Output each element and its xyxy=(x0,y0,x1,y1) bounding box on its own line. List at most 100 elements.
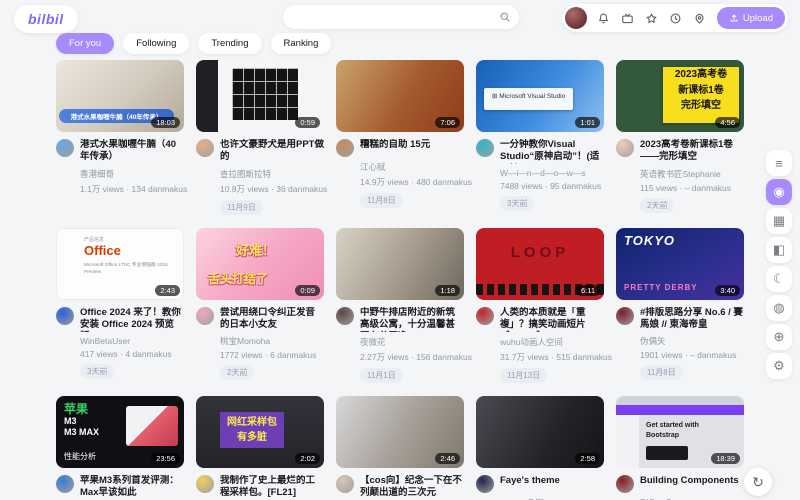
disc-icon[interactable]: ◍ xyxy=(766,295,792,321)
feed-tab-for-you[interactable]: For you xyxy=(56,33,114,54)
uploader-name[interactable]: 香港细哥 xyxy=(80,168,184,180)
video-card[interactable]: 2:46 【cos向】纪念一下在不列颠出道的三次元 上智月球圣诞树 8.2万 v… xyxy=(336,396,464,500)
camera-icon[interactable]: ◉ xyxy=(766,179,792,205)
video-title[interactable]: 2023高考卷新课标1卷——完形填空 xyxy=(640,139,744,164)
video-title[interactable]: 【cos向】纪念一下在不列颠出道的三次元 xyxy=(360,475,464,500)
video-card[interactable]: 7:06 糟糕的自助 15元 江心赋 14.9万 views · 480 dan… xyxy=(336,60,464,215)
uploader-name[interactable]: 桃宝Momoha xyxy=(220,335,324,347)
uploader-name[interactable]: WinBetaUser xyxy=(80,336,184,346)
tv-icon[interactable] xyxy=(621,11,635,25)
video-card[interactable]: 2023高考卷 新课标1卷 完形填空 4:56 2023高考卷新课标1卷——完形… xyxy=(616,60,744,215)
video-card[interactable]: 舌头打结了好难！ 0:09 尝试用绕口令纠正发音的日本小女友 桃宝Momoha … xyxy=(196,228,324,383)
video-thumbnail[interactable]: 2:58 xyxy=(476,396,604,468)
video-thumbnail[interactable]: 2023高考卷 新课标1卷 完形填空 4:56 xyxy=(616,60,744,132)
thumbnail-overlay xyxy=(616,396,744,405)
language-icon[interactable]: ⊕ xyxy=(766,324,792,350)
uploader-name[interactable]: 江心赋 xyxy=(360,161,464,173)
uploader-avatar[interactable] xyxy=(616,139,634,157)
night-mode-icon[interactable]: ☾ xyxy=(766,266,792,292)
video-thumbnail[interactable]: PRETTY DERBYTOKYO 3:40 xyxy=(616,228,744,300)
video-card[interactable]: 1:18 中野牛排店附近的新筑高级公寓，十分温馨甚至九分干净 夜微花 2.27万… xyxy=(336,228,464,383)
settings-icon[interactable]: ⚙ xyxy=(766,353,792,379)
uploader-avatar[interactable] xyxy=(196,307,214,325)
video-thumbnail[interactable]: 舌头打结了好难！ 0:09 xyxy=(196,228,324,300)
video-thumbnail[interactable]: 港式水果咖喱牛腩（40年传承） 18:03 xyxy=(56,60,184,132)
video-card[interactable]: 性能分析M3 M3 MAX苹果 23:56 苹果M3系列首发评测：Max早该如此… xyxy=(56,396,184,500)
thumbnail-overlay: ⊞ Microsoft Visual Studio xyxy=(484,88,573,110)
video-thumbnail[interactable]: 2:46 xyxy=(336,396,464,468)
video-thumbnail[interactable]: 1:18 xyxy=(336,228,464,300)
uploader-name[interactable]: 英语教书匠Stephanie xyxy=(640,168,744,180)
video-thumbnail[interactable]: LOOP 6:11 xyxy=(476,228,604,300)
search-icon[interactable] xyxy=(499,11,511,23)
uploader-avatar[interactable] xyxy=(476,139,494,157)
video-thumbnail[interactable]: 性能分析M3 M3 MAX苹果 23:56 xyxy=(56,396,184,468)
video-title[interactable]: 糟糕的自助 15元 xyxy=(360,139,430,157)
video-title[interactable]: Faye's theme xyxy=(500,475,560,493)
uploader-avatar[interactable] xyxy=(616,475,634,493)
layers-icon[interactable]: ◧ xyxy=(766,237,792,263)
star-icon[interactable] xyxy=(645,11,659,25)
uploader-name[interactable]: 夜微花 xyxy=(360,336,464,348)
video-meta: 31.7万 views · 515 danmakus xyxy=(500,351,604,363)
video-card[interactable]: 2:58 Faye's theme Verdier凡赛 777 views · … xyxy=(476,396,604,500)
uploader-avatar[interactable] xyxy=(476,475,494,493)
user-avatar[interactable] xyxy=(565,7,587,29)
duration-badge: 6:11 xyxy=(576,285,600,296)
video-title[interactable]: 中野牛排店附近的新筑高级公寓，十分温馨甚至九分干净 xyxy=(360,307,464,332)
video-thumbnail[interactable]: Microsoft Office LTSC 专业增强版 2024 Preview… xyxy=(56,228,184,300)
video-title[interactable]: 我制作了史上最烂的工程采样包。[FL21] xyxy=(220,475,324,500)
history-icon[interactable] xyxy=(669,11,683,25)
video-thumbnail[interactable]: Get started with Bootstrap 18:39 xyxy=(616,396,744,468)
uploader-name[interactable]: wuhu动画人空间 xyxy=(500,336,604,348)
video-thumbnail[interactable]: ⊞ Microsoft Visual Studio 1:01 xyxy=(476,60,604,132)
bell-icon[interactable] xyxy=(597,11,611,25)
video-thumbnail[interactable]: 网红采样包 有多脏 2:02 xyxy=(196,396,324,468)
uploader-name[interactable]: 伪偶矢 xyxy=(640,335,744,347)
uploader-name[interactable]: W—i—n—d—o—w—s xyxy=(500,168,604,178)
uploader-avatar[interactable] xyxy=(196,475,214,493)
uploader-avatar[interactable] xyxy=(336,139,354,157)
video-title[interactable]: 尝试用绕口令纠正发音的日本小女友 xyxy=(220,307,324,332)
video-card[interactable]: Microsoft Office LTSC 专业增强版 2024 Preview… xyxy=(56,228,184,383)
video-card[interactable]: 0:59 也许文豪野犬是用PPT做的 查拉图斯拉特 10.8万 views · … xyxy=(196,60,324,215)
video-meta: 10.8万 views · 36 danmakus xyxy=(220,183,324,195)
uploader-avatar[interactable] xyxy=(336,475,354,493)
uploader-avatar[interactable] xyxy=(336,307,354,325)
video-title[interactable]: 也许文豪野犬是用PPT做的 xyxy=(220,139,324,164)
video-title[interactable]: 港式水果咖喱牛腩（40年传承） xyxy=(80,139,184,164)
uploader-avatar[interactable] xyxy=(196,139,214,157)
uploader-avatar[interactable] xyxy=(56,475,74,493)
uploader-name[interactable]: 查拉图斯拉特 xyxy=(220,168,324,180)
video-card[interactable]: PRETTY DERBYTOKYO 3:40 #排版思路分享 No.6 / 賽馬… xyxy=(616,228,744,383)
uploader-avatar[interactable] xyxy=(616,307,634,325)
feed-tab-trending[interactable]: Trending xyxy=(198,33,261,54)
duration-badge: 0:09 xyxy=(295,285,320,296)
video-card[interactable]: ⊞ Microsoft Visual Studio 1:01 一分钟教你Visu… xyxy=(476,60,604,215)
feed-tab-following[interactable]: Following xyxy=(123,33,189,54)
video-title[interactable]: 苹果M3系列首发评测：Max早该如此 xyxy=(80,475,184,500)
gallery-icon[interactable]: ▦ xyxy=(766,208,792,234)
video-title[interactable]: 一分钟教你Visual Studio“原神启动”！(适用於Blend) xyxy=(500,139,604,164)
menu-icon[interactable]: ≡ xyxy=(766,150,792,176)
video-title[interactable]: 人类的本质就是「重複」？搞笑动画短片《LOOP》 xyxy=(500,307,604,332)
video-card[interactable]: 港式水果咖喱牛腩（40年传承） 18:03 港式水果咖喱牛腩（40年传承） 香港… xyxy=(56,60,184,215)
feed-tab-ranking[interactable]: Ranking xyxy=(271,33,332,54)
video-card[interactable]: 网红采样包 有多脏 2:02 我制作了史上最烂的工程采样包。[FL21] ice… xyxy=(196,396,324,500)
video-thumbnail[interactable]: 7:06 xyxy=(336,60,464,132)
uploader-avatar[interactable] xyxy=(56,139,74,157)
upload-button[interactable]: Upload xyxy=(717,7,785,29)
search-bar[interactable] xyxy=(283,5,519,29)
video-thumbnail[interactable]: 0:59 xyxy=(196,60,324,132)
video-title[interactable]: Office 2024 来了！教你安装 Office 2024 预览版! xyxy=(80,307,184,332)
search-input[interactable] xyxy=(291,12,499,23)
video-title[interactable]: #排版思路分享 No.6 / 賽馬娘 // 東海帝皇 xyxy=(640,307,744,332)
refresh-feed-button[interactable]: ↻ xyxy=(744,468,772,496)
bilibili-logo[interactable]: bilbil xyxy=(14,5,78,33)
uploader-avatar[interactable] xyxy=(56,307,74,325)
video-card[interactable]: LOOP 6:11 人类的本质就是「重複」？搞笑动画短片《LOOP》 wuhu动… xyxy=(476,228,604,383)
video-card[interactable]: Get started with Bootstrap 18:39 Buildin… xyxy=(616,396,744,500)
uploader-avatar[interactable] xyxy=(476,307,494,325)
location-icon[interactable] xyxy=(693,11,707,25)
video-title[interactable]: Building Components xyxy=(640,475,739,493)
